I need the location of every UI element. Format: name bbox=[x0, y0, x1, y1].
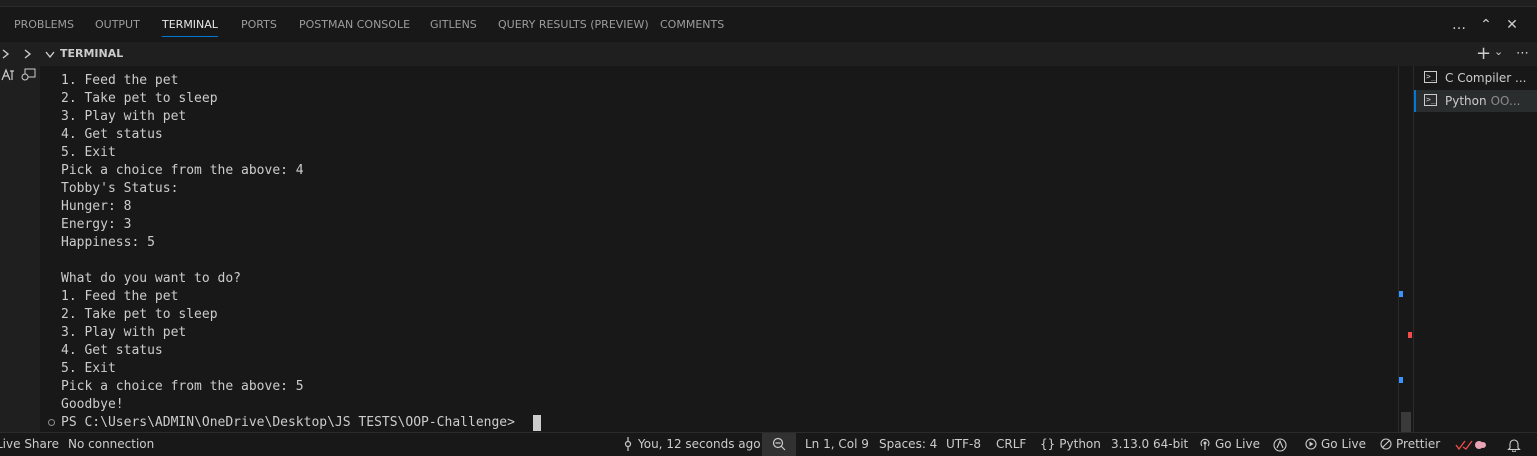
prettier-status[interactable]: Prettier bbox=[1380, 433, 1440, 456]
connection-status[interactable]: No connection bbox=[68, 433, 154, 456]
terminal-tabs-list: >_ C Compiler ... >_ Python OO... bbox=[1413, 66, 1537, 432]
python-interpreter[interactable]: 3.13.0 64-bit bbox=[1111, 433, 1188, 456]
panel-more-icon[interactable]: … bbox=[1450, 16, 1468, 34]
zoom-button[interactable] bbox=[762, 433, 796, 456]
terminal-line: Tobby's Status: bbox=[61, 181, 179, 196]
terminal-line: 5. Exit bbox=[61, 361, 116, 376]
go-live-label-2: Go Live bbox=[1321, 437, 1366, 451]
go-live-button[interactable]: Go Live bbox=[1199, 433, 1260, 456]
terminal-header: TERMINAL + ⌄ ⋯ bbox=[0, 42, 1537, 66]
terminal-line: Energy: 3 bbox=[61, 217, 132, 232]
terminal-item-name: Python bbox=[1445, 94, 1487, 108]
broadcast-icon bbox=[1200, 438, 1210, 450]
terminal-line: 1. Feed the pet bbox=[61, 73, 179, 88]
terminal-line: 1. Feed the pet bbox=[61, 289, 179, 304]
terminal-cursor bbox=[533, 415, 541, 431]
language-label: Python bbox=[1059, 437, 1101, 451]
terminal-item-label: C Compiler ... bbox=[1445, 71, 1527, 85]
title-strip bbox=[0, 0, 1537, 7]
tab-problems[interactable]: PROBLEMS bbox=[14, 8, 74, 42]
terminal-line: 4. Get status bbox=[61, 343, 163, 358]
new-terminal-plus-icon[interactable]: + bbox=[1476, 42, 1491, 66]
tab-postman-console[interactable]: POSTMAN CONSOLE bbox=[299, 8, 410, 42]
copilot-icon[interactable] bbox=[1273, 438, 1287, 452]
terminal-line: Pick a choice from the above: 4 bbox=[61, 163, 304, 178]
git-blame-status[interactable]: You, 12 seconds ago bbox=[623, 433, 761, 456]
cursor-position[interactable]: Ln 1, Col 9 bbox=[805, 433, 869, 456]
panel-tab-bar: PROBLEMS OUTPUT TERMINAL PORTS POSTMAN C… bbox=[0, 8, 1537, 42]
terminal-line: Hunger: 8 bbox=[61, 199, 132, 214]
go-live-button-2[interactable]: Go Live bbox=[1305, 433, 1366, 456]
terminal-item-c-compiler[interactable]: >_ C Compiler ... bbox=[1414, 67, 1537, 89]
terminal-prompt-line: PS C:\Users\ADMIN\OneDrive\Desktop\JS TE… bbox=[61, 415, 523, 430]
terminal-line: Happiness: 5 bbox=[61, 235, 155, 250]
zoom-out-icon bbox=[772, 437, 786, 451]
terminal-item-python[interactable]: >_ Python OO... bbox=[1414, 90, 1537, 112]
tab-output[interactable]: OUTPUT bbox=[95, 8, 140, 42]
tab-ports[interactable]: PORTS bbox=[241, 8, 277, 42]
play-circle-icon bbox=[1305, 438, 1317, 450]
terminal-line: 5. Exit bbox=[61, 145, 116, 160]
prettier-label: Prettier bbox=[1396, 437, 1441, 451]
line-ending-status[interactable]: CRLF bbox=[996, 433, 1026, 456]
scrollbar-thumb[interactable] bbox=[1401, 412, 1411, 432]
tab-comments[interactable]: COMMENTS bbox=[660, 8, 724, 42]
language-mode[interactable]: {} Python bbox=[1040, 433, 1101, 456]
terminal-line: Pick a choice from the above: 5 bbox=[61, 379, 304, 394]
tab-terminal[interactable]: TERMINAL bbox=[162, 8, 218, 42]
chevron-right-icon[interactable] bbox=[2, 49, 10, 59]
terminal-more-icon[interactable]: ⋯ bbox=[1516, 42, 1529, 66]
notification-bell-icon[interactable] bbox=[1507, 438, 1521, 452]
terminal-output[interactable]: 1. Feed the pet 2. Take pet to sleep 3. … bbox=[40, 66, 1398, 432]
terminal-gutter bbox=[0, 66, 40, 432]
terminal-scrollbar[interactable] bbox=[1398, 66, 1412, 432]
terminal-line: Goodbye! bbox=[61, 397, 124, 412]
terminal-section-title: TERMINAL bbox=[60, 47, 124, 60]
tab-query-results[interactable]: QUERY RESULTS (PREVIEW) bbox=[498, 8, 649, 42]
maximize-panel-icon[interactable]: ⌃ bbox=[1477, 16, 1495, 34]
ask-ai-icon[interactable] bbox=[20, 68, 36, 82]
text-format-icon[interactable] bbox=[1, 68, 15, 82]
scroll-marker bbox=[1408, 332, 1412, 338]
chevron-right-icon[interactable] bbox=[24, 49, 32, 59]
scroll-marker bbox=[1399, 291, 1403, 297]
prohibited-icon bbox=[1380, 438, 1392, 450]
terminal-item-label: Python OO... bbox=[1445, 90, 1520, 112]
terminal-line: 4. Get status bbox=[61, 127, 163, 142]
terminal-line: 3. Play with pet bbox=[61, 325, 187, 340]
git-blame-label: You, 12 seconds ago bbox=[638, 437, 761, 451]
encoding-status[interactable]: UTF-8 bbox=[946, 433, 981, 456]
close-panel-icon[interactable]: ✕ bbox=[1503, 16, 1521, 34]
git-commit-icon bbox=[624, 437, 632, 451]
braces-icon: {} bbox=[1040, 437, 1056, 451]
scroll-marker bbox=[1399, 377, 1403, 383]
indentation-status[interactable]: Spaces: 4 bbox=[879, 433, 937, 456]
terminal-dropdown-chevron-icon[interactable]: ⌄ bbox=[1494, 40, 1503, 64]
live-share-status[interactable]: Live Share bbox=[0, 433, 59, 456]
terminal-icon: >_ bbox=[1424, 94, 1437, 106]
chevron-down-icon[interactable] bbox=[45, 51, 55, 59]
terminal-line: 3. Play with pet bbox=[61, 109, 187, 124]
spell-check-icon[interactable] bbox=[1455, 439, 1487, 451]
terminal-icon: >_ bbox=[1424, 71, 1437, 83]
tab-gitlens[interactable]: GITLENS bbox=[430, 8, 477, 42]
status-bar: Live Share No connection You, 12 seconds… bbox=[0, 432, 1537, 456]
terminal-item-sublabel: OO... bbox=[1490, 94, 1521, 108]
go-live-label: Go Live bbox=[1215, 437, 1260, 451]
terminal-line: 2. Take pet to sleep bbox=[61, 307, 218, 322]
terminal-line: What do you want to do? bbox=[61, 271, 242, 286]
command-decoration-icon[interactable] bbox=[48, 419, 55, 426]
terminal-line: 2. Take pet to sleep bbox=[61, 91, 218, 106]
